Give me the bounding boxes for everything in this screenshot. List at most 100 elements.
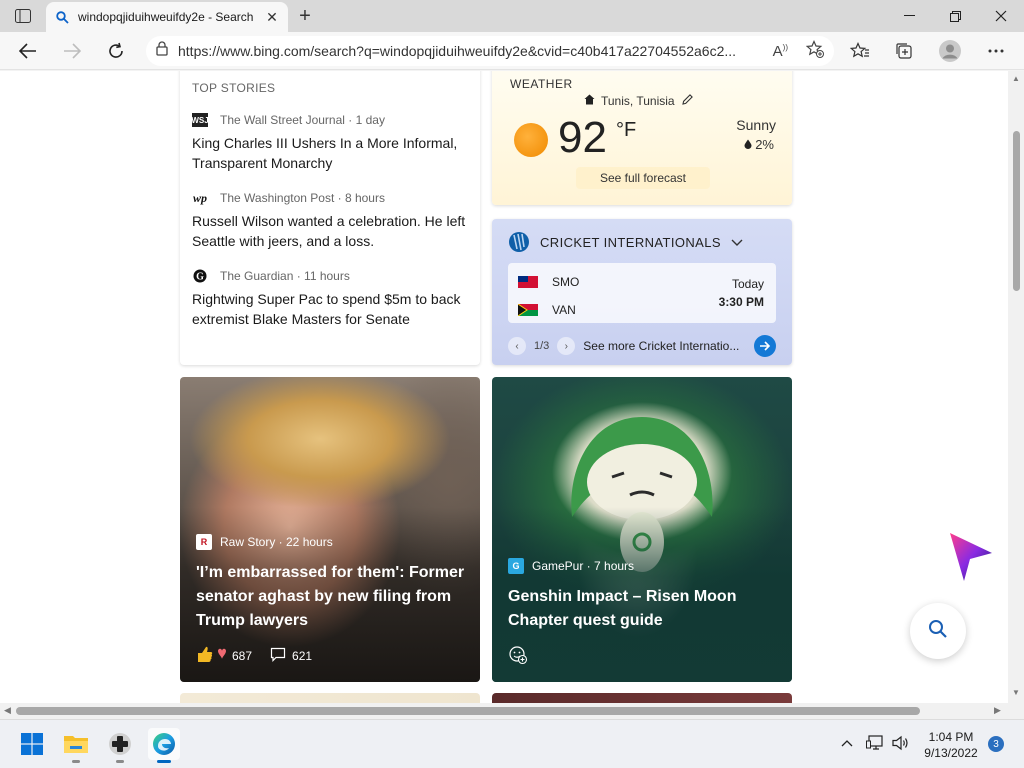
tab-title: windopqjiduihweuifdy2e - Search [78, 10, 254, 24]
see-full-forecast-link[interactable]: See full forecast [576, 167, 710, 189]
edge-icon [153, 733, 175, 755]
tab-actions-icon[interactable] [12, 6, 34, 26]
scroll-right-icon[interactable]: ▶ [994, 705, 1001, 716]
browser-toolbar: https://www.bing.com/search?q=windopqjid… [0, 32, 1024, 70]
notification-badge[interactable]: 3 [988, 736, 1004, 752]
start-button[interactable] [16, 728, 48, 760]
card-source-text: GamePur · 7 hours [532, 559, 635, 573]
news-image-card[interactable]: G GamePur · 7 hours Genshin Impact – Ris… [492, 377, 792, 682]
sun-icon [514, 123, 548, 157]
horizontal-scroll-thumb[interactable] [16, 707, 920, 715]
comment-icon[interactable] [270, 647, 286, 665]
next-card-partial[interactable] [492, 693, 792, 703]
reaction-count: 687 [232, 648, 253, 663]
add-reaction-icon[interactable] [508, 645, 528, 668]
back-button[interactable] [14, 37, 42, 65]
vertical-scroll-thumb[interactable] [1013, 131, 1020, 291]
temperature: 92 [558, 113, 607, 162]
add-favorite-icon[interactable] [805, 39, 824, 63]
temperature-unit: °F [616, 119, 637, 141]
tab-strip: windopqjiduihweuifdy2e - Search ✕ + [0, 0, 1024, 32]
game-app-button[interactable] [104, 728, 136, 763]
team-name: VAN [552, 303, 576, 317]
story-item[interactable]: WSJ The Wall Street Journal · 1 day King… [191, 113, 468, 173]
card-reactions: 687 621 [196, 645, 312, 666]
running-indicator [72, 760, 80, 763]
folder-icon [64, 736, 88, 753]
minimize-button[interactable] [886, 0, 932, 32]
windows-logo-icon [21, 733, 43, 755]
horizontal-scrollbar[interactable]: ◀ ▶ [0, 703, 1008, 719]
scrollbar-corner [1008, 703, 1024, 719]
show-hidden-icons-button[interactable] [838, 734, 856, 752]
scroll-down-icon[interactable]: ▼ [1012, 688, 1020, 697]
refresh-button[interactable] [102, 37, 130, 65]
page-content: TOP STORIES WSJ The Wall Street Journal … [0, 71, 1008, 703]
search-icon [928, 619, 948, 644]
card-headline[interactable]: 'I’m embarrassed for them': Former senat… [196, 561, 468, 633]
system-clock[interactable]: 1:04 PM 9/13/2022 [916, 729, 986, 761]
more-options-icon[interactable] [982, 37, 1010, 65]
lock-icon[interactable] [156, 41, 168, 61]
read-aloud-icon[interactable]: A)) [773, 43, 788, 60]
story-item[interactable]: G The Guardian · 11 hours Rightwing Supe… [192, 269, 468, 329]
weather-card[interactable]: WEATHER Tunis, Tunisia 92 °F Sunny 2% Se… [492, 71, 792, 205]
chevron-down-icon[interactable] [731, 235, 743, 250]
search-fab-button[interactable] [910, 603, 966, 659]
guardian-logo-icon: G [192, 269, 208, 283]
volume-icon[interactable] [890, 734, 912, 752]
match-day: Today [731, 277, 764, 291]
card-headline[interactable]: Genshin Impact – Risen Moon Chapter ques… [508, 585, 780, 633]
url-text[interactable]: https://www.bing.com/search?q=windopqjid… [178, 43, 763, 59]
scroll-up-icon[interactable]: ▲ [1012, 74, 1020, 83]
raw-story-logo-icon: R [196, 534, 212, 550]
vertical-scrollbar[interactable]: ▲ ▼ [1008, 71, 1024, 703]
running-indicator [157, 760, 171, 763]
card-source: G GamePur · 7 hours [508, 558, 634, 574]
tab-close-icon[interactable]: ✕ [264, 9, 280, 25]
next-icon[interactable]: › [557, 337, 576, 355]
close-window-button[interactable] [978, 0, 1024, 32]
top-stories-heading: TOP STORIES [192, 81, 276, 95]
news-image-card[interactable]: R Raw Story · 22 hours 'I’m embarrassed … [180, 377, 480, 682]
new-tab-button[interactable]: + [294, 5, 316, 27]
thumbs-up-heart-icon[interactable] [196, 645, 226, 666]
story-item[interactable]: wp The Washington Post · 8 hours Russell… [192, 191, 468, 251]
vanuatu-flag-icon [517, 303, 538, 317]
cricket-match[interactable]: SMO VAN Today 3:30 PM [508, 263, 776, 323]
weather-location[interactable]: Tunis, Tunisia [584, 93, 694, 109]
cricket-header[interactable]: CRICKET INTERNATIONALS [508, 231, 776, 253]
team-row: VAN [517, 303, 576, 317]
story-headline[interactable]: Russell Wilson wanted a celebration. He … [192, 211, 468, 251]
home-icon [584, 94, 595, 108]
file-explorer-button[interactable] [60, 728, 92, 763]
address-bar[interactable]: https://www.bing.com/search?q=windopqjid… [146, 36, 834, 66]
match-hour: 3:30 PM [718, 295, 764, 309]
forward-button[interactable] [58, 37, 86, 65]
cricket-footer: ‹ 1/3 › See more Cricket Internatio... [508, 335, 776, 357]
prev-icon[interactable]: ‹ [508, 337, 526, 355]
taskbar: 1:04 PM 9/13/2022 3 [0, 719, 1024, 768]
edge-browser-button[interactable] [148, 728, 180, 763]
collections-icon[interactable] [890, 37, 918, 65]
top-stories-card: TOP STORIES WSJ The Wall Street Journal … [180, 71, 480, 365]
scroll-left-icon[interactable]: ◀ [4, 705, 11, 716]
restore-button[interactable] [932, 0, 978, 32]
clock-date: 9/13/2022 [924, 746, 978, 760]
next-card-partial[interactable] [180, 693, 480, 703]
team-name: SMO [552, 275, 580, 289]
clock-time: 1:04 PM [928, 730, 974, 744]
story-headline[interactable]: King Charles III Ushers In a More Inform… [192, 133, 468, 173]
story-source: The Guardian · 11 hours [220, 269, 350, 283]
story-headline[interactable]: Rightwing Super Pac to spend $5m to back… [192, 289, 468, 329]
copilot-arrow-icon[interactable] [946, 531, 994, 583]
see-more-cricket-link[interactable]: See more Cricket Internatio... [583, 339, 739, 353]
washington-post-logo-icon: wp [192, 190, 207, 205]
edit-pencil-icon[interactable] [681, 93, 694, 109]
network-icon[interactable] [864, 734, 886, 752]
profile-avatar[interactable] [936, 37, 964, 65]
arrow-right-icon[interactable] [754, 335, 776, 357]
favorites-icon[interactable] [846, 37, 874, 65]
running-indicator [116, 760, 124, 763]
tab-active[interactable]: windopqjiduihweuifdy2e - Search ✕ [46, 2, 288, 32]
